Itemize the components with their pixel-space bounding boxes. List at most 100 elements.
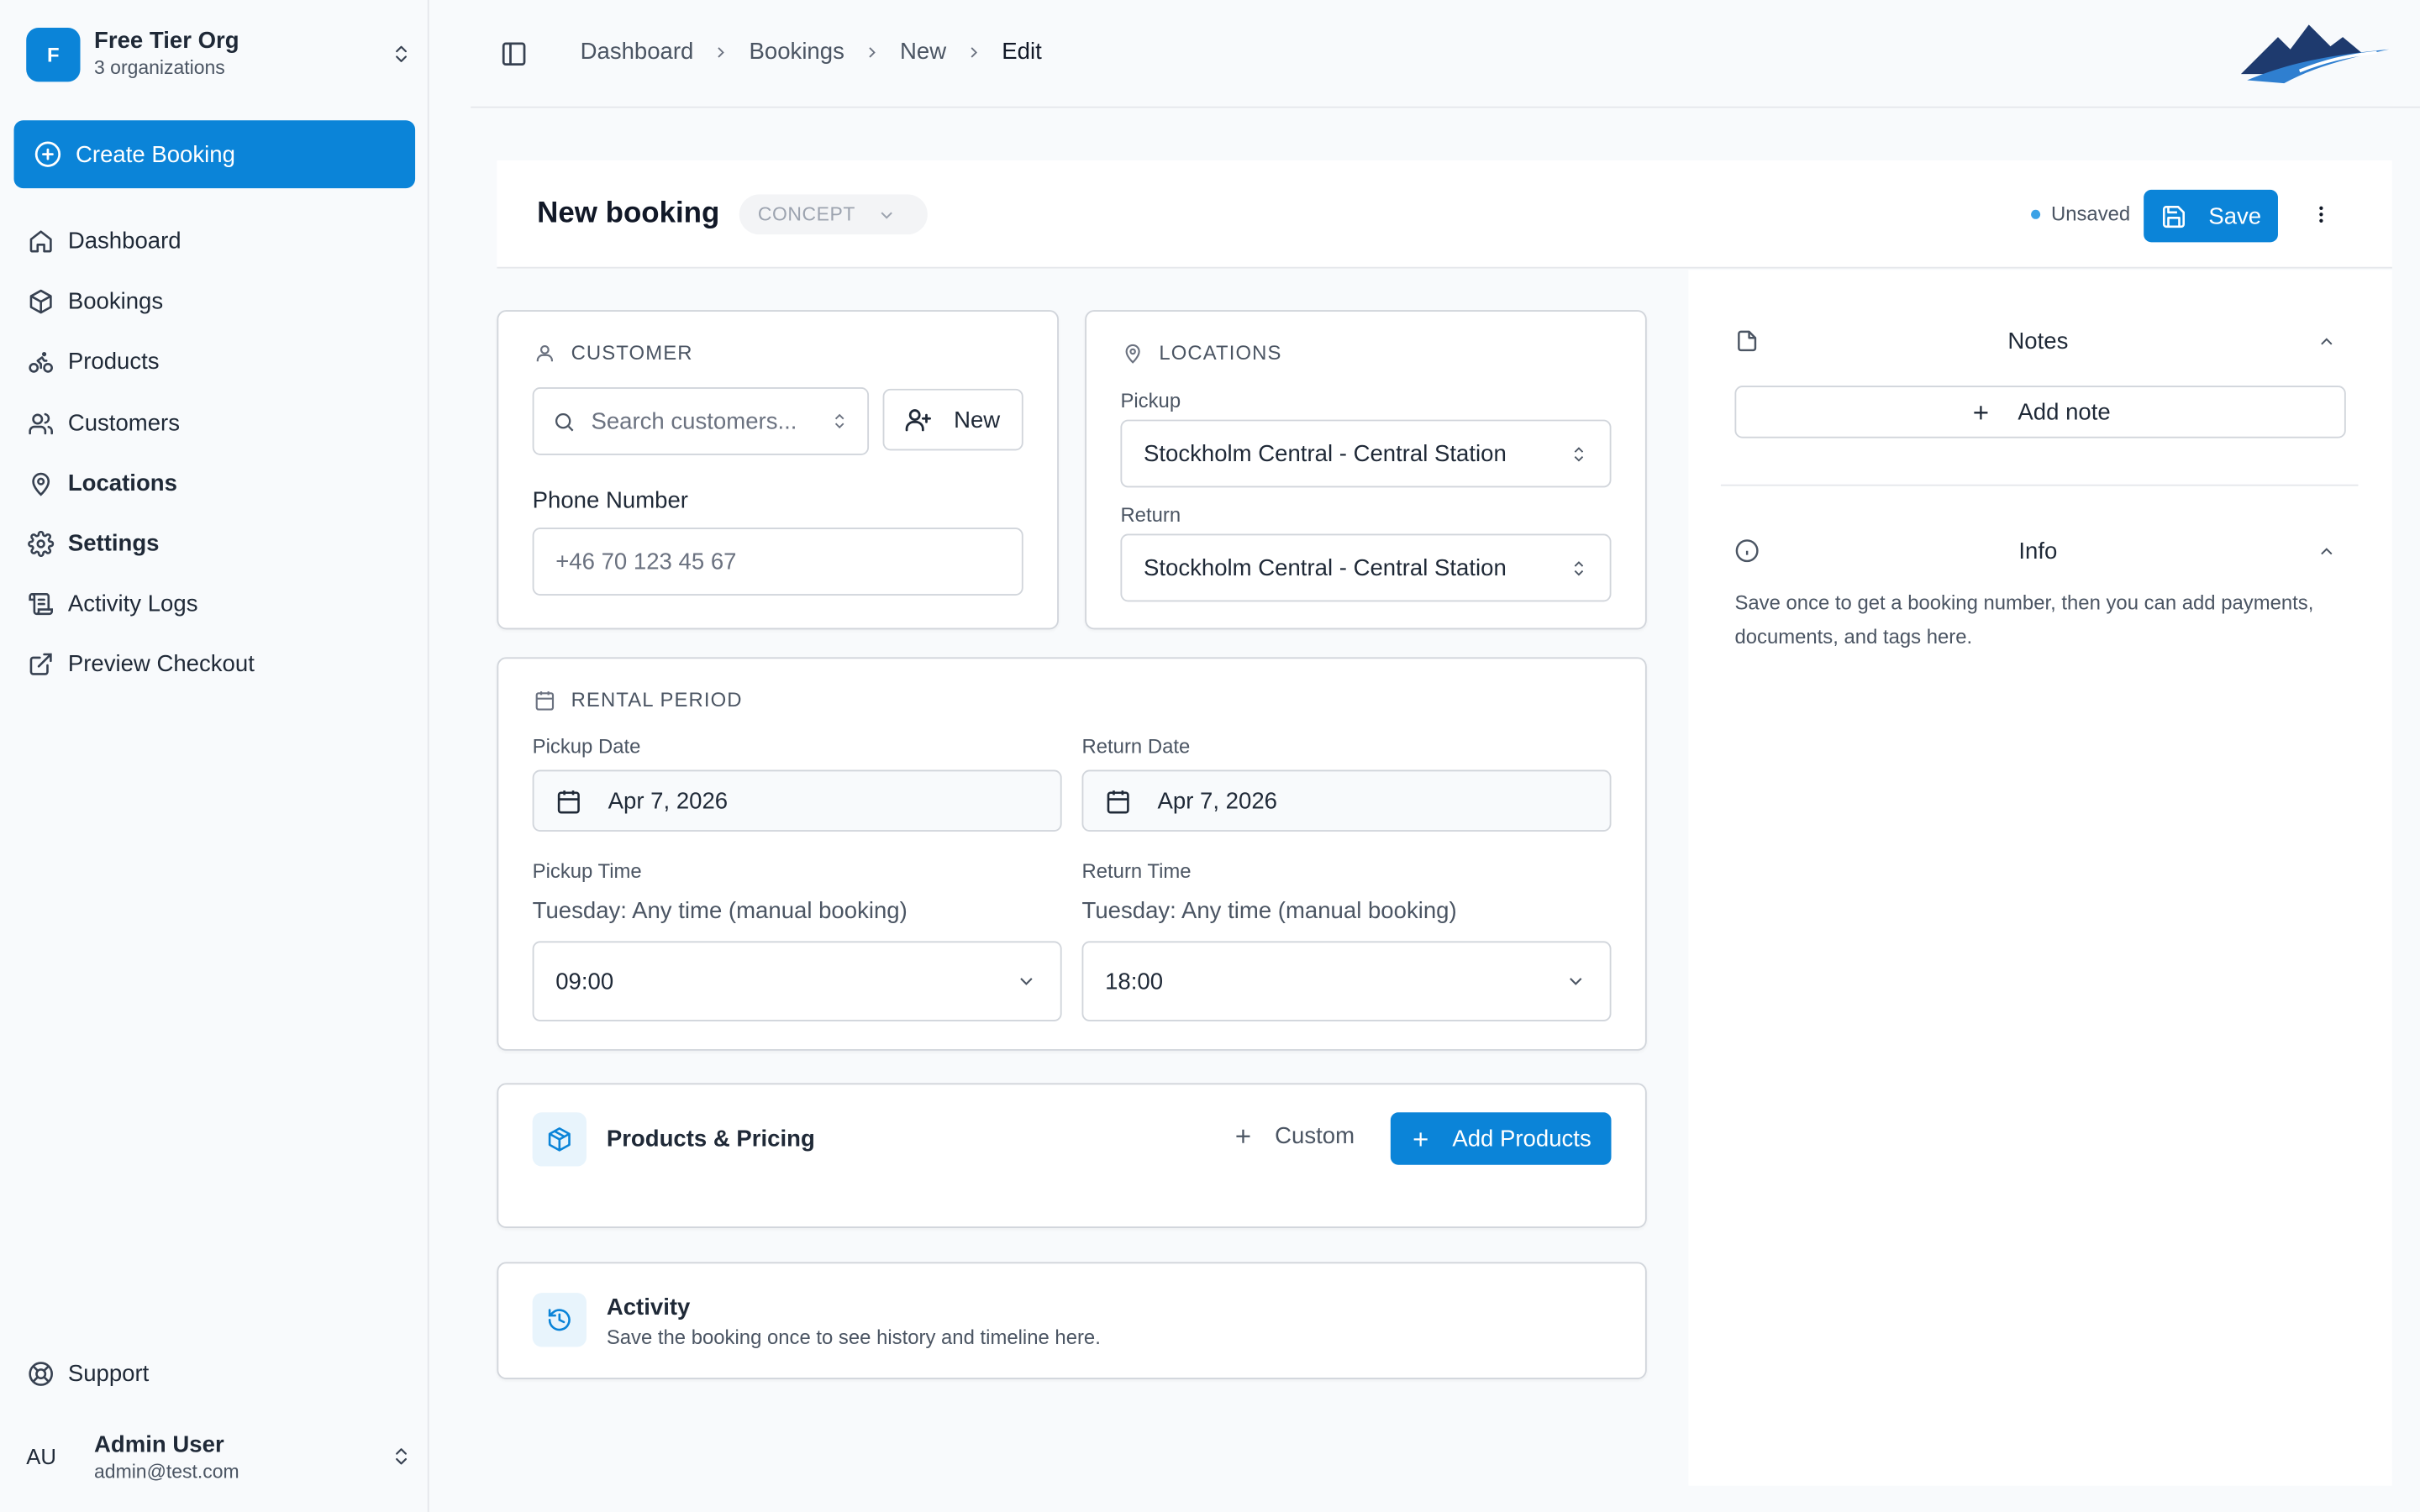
return-time-value: 18:00 [1105,968,1164,995]
sidebar-item-label: Customers [67,409,181,437]
unsaved-indicator: Unsaved [2031,202,2131,226]
breadcrumb-dashboard[interactable]: Dashboard [581,39,694,65]
sidebar-item-locations[interactable]: Locations [14,454,416,514]
right-panel: Notes Add note Info Save once to get a b… [1688,270,2392,1486]
sidebar-item-products[interactable]: Products [14,333,416,393]
users-icon [29,412,53,434]
sidebar-toggle-icon[interactable] [500,40,528,68]
sidebar-item-label: Products [67,349,160,376]
org-avatar: F [26,27,81,81]
plus-icon [1975,405,1989,419]
pickup-location-select[interactable]: Stockholm Central - Central Station [1120,419,1612,488]
top-bar: Dashboard Bookings New Edit [471,0,2420,108]
user-email: admin@test.com [94,1460,239,1483]
save-button[interactable]: Save [2144,189,2278,243]
breadcrumb-bookings[interactable]: Bookings [750,39,844,65]
more-vertical-icon[interactable] [2311,201,2333,228]
pickup-date-field[interactable]: Apr 7, 2026 [532,769,1062,832]
info-text: Save once to get a booking number, then … [1734,591,2314,648]
customer-search-input[interactable]: Search customers... [532,387,870,455]
customer-heading-label: CUSTOMER [571,340,693,365]
return-location-label: Return [1120,502,1181,527]
sidebar-item-settings[interactable]: Settings [14,514,416,575]
return-location-select[interactable]: Stockholm Central - Central Station [1120,533,1612,602]
pickup-location-value: Stockholm Central - Central Station [1143,440,1507,467]
user-menu[interactable]: AU Admin User admin@test.com [26,1422,412,1490]
info-header[interactable]: Info [1734,535,2336,566]
chevron-up-icon [2321,547,2333,554]
org-switcher[interactable]: F Free Tier Org 3 organizations [26,24,412,83]
create-booking-label: Create Booking [75,141,235,168]
locations-heading: LOCATIONS [1122,340,1282,365]
return-time-label: Return Time [1081,859,1192,883]
calendar-icon [1107,790,1129,813]
sidebar-item-label: Locations [67,470,177,497]
status-dot [2031,208,2041,218]
plus-circle-icon [34,141,61,167]
customer-search-placeholder: Search customers... [591,407,797,435]
chevron-down-icon [881,211,893,218]
gear-icon [28,530,55,558]
activity-subtitle: Save the booking once to see history and… [606,1325,1101,1349]
booking-header: New booking CONCEPT Unsaved Save [497,160,2392,269]
phone-field[interactable]: +46 70 123 45 67 [532,528,1023,596]
pickup-time-note: Tuesday: Any time (manual booking) [532,897,908,925]
sidebar-item-dashboard[interactable]: Dashboard [14,212,416,272]
chevron-down-icon [1570,978,1582,985]
custom-button[interactable]: Custom [1232,1123,1355,1149]
package-icon [532,1112,587,1167]
home-icon [29,230,52,253]
sidebar-item-label: Bookings [67,288,164,316]
new-customer-button[interactable]: New [882,388,1023,451]
sidebar-item-customers[interactable]: Customers [14,393,416,454]
pickup-date-label: Pickup Date [532,734,641,758]
products-title: Products & Pricing [606,1126,815,1153]
status-dropdown[interactable]: CONCEPT [739,194,928,235]
activity-title: Activity [606,1294,691,1321]
add-note-label: Add note [2018,398,2111,426]
breadcrumb: Dashboard Bookings New Edit [581,39,1042,65]
return-date-field[interactable]: Apr 7, 2026 [1081,769,1612,832]
add-products-button[interactable]: Add Products [1390,1112,1612,1165]
page-title: New booking [537,197,720,230]
create-booking-button[interactable]: Create Booking [13,120,416,189]
locations-heading-label: LOCATIONS [1159,340,1282,365]
return-location-value: Stockholm Central - Central Station [1143,554,1507,581]
info-title: Info [2018,538,2058,564]
user-plus-icon [905,409,931,432]
unsaved-label: Unsaved [2050,202,2131,226]
sidebar-nav: Dashboard Bookings Products Customers Lo… [14,212,416,696]
chevron-down-icon [1020,978,1033,985]
sidebar-item-activity-logs[interactable]: Activity Logs [14,574,416,634]
rental-heading-label: RENTAL PERIOD [571,688,743,711]
sidebar-item-preview-checkout[interactable]: Preview Checkout [14,634,416,695]
save-icon [2162,205,2186,228]
chevron-up-icon [2321,337,2333,344]
avatar: AU [26,1444,56,1469]
notes-header[interactable]: Notes [1734,326,2336,357]
pickup-time-select[interactable]: 09:00 [532,941,1062,1021]
return-date-value: Apr 7, 2026 [1157,787,1277,814]
plus-icon [1236,1129,1250,1143]
map-pin-icon [1125,344,1140,363]
sidebar-item-bookings[interactable]: Bookings [14,272,416,333]
activity-card: Activity Save the booking once to see hi… [497,1262,1647,1380]
sidebar-item-label: Activity Logs [67,591,198,618]
scroll-text-icon [29,593,53,616]
phone-placeholder: +46 70 123 45 67 [555,548,737,575]
return-time-select[interactable]: 18:00 [1081,941,1612,1021]
new-customer-label: New [954,406,1001,433]
chevrons-up-down-icon [1574,560,1584,575]
user-icon [536,344,553,361]
add-note-button[interactable]: Add note [1734,386,2346,438]
support-link[interactable]: Support [28,1361,149,1387]
products-pricing-card: Products & Pricing Custom Add Products [497,1083,1647,1229]
status-label: CONCEPT [757,203,855,226]
file-icon [1738,330,1757,352]
chevrons-up-down-icon [396,45,407,62]
breadcrumb-new[interactable]: New [900,39,946,65]
sidebar-item-label: Dashboard [67,228,182,255]
pickup-time-value: 09:00 [555,968,614,995]
plus-icon [1413,1131,1428,1146]
custom-label: Custom [1275,1123,1355,1150]
